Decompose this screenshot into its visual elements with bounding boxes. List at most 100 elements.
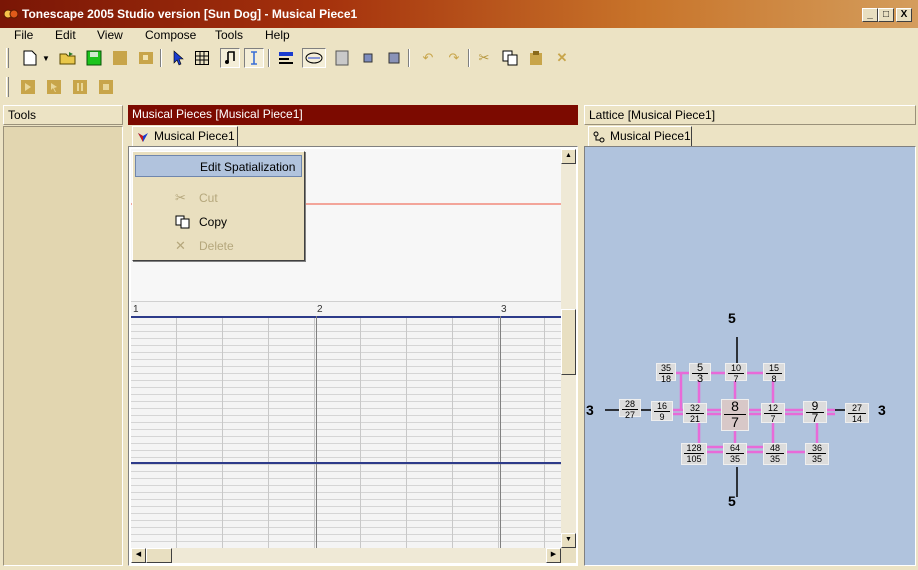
maximize-button[interactable]: □	[878, 8, 894, 22]
menu-file[interactable]: File	[14, 28, 33, 44]
menu-tools[interactable]: Tools	[215, 28, 243, 44]
measure-line	[316, 316, 317, 548]
disabled-piece-icon[interactable]	[136, 48, 156, 68]
lattice-node[interactable]: 15 8	[763, 363, 785, 384]
new-file-icon[interactable]	[20, 48, 40, 68]
cursor-tool-icon[interactable]	[244, 48, 264, 68]
menu-delete[interactable]: ✕ Delete	[135, 235, 302, 257]
menu-edit-spatialization[interactable]: Edit Spatialization	[135, 155, 302, 177]
save-icon[interactable]	[84, 48, 104, 68]
lattice-node[interactable]: 32 21	[683, 403, 707, 424]
open-folder-icon[interactable]	[58, 48, 78, 68]
redo-icon[interactable]: ↷	[444, 48, 464, 68]
main-toolbar: ▼ ↶ ↷ ✂ ✕	[0, 45, 918, 69]
tools-panel-body	[3, 126, 123, 566]
lattice-node[interactable]: 53	[689, 363, 711, 385]
delete-x-icon: ✕	[175, 238, 186, 253]
menu-copy[interactable]: Copy	[135, 211, 302, 233]
page-tool-icon[interactable]	[332, 48, 352, 68]
measure-line	[500, 316, 501, 548]
toolbar-grip[interactable]	[6, 48, 9, 68]
lattice-node[interactable]: 48 35	[763, 443, 787, 465]
copy-icon[interactable]	[500, 48, 520, 68]
pointer-tool-icon[interactable]	[168, 48, 188, 68]
ruler-mark: 1	[133, 304, 139, 315]
scroll-corner	[561, 548, 576, 563]
lattice-node[interactable]: 12 7	[761, 403, 785, 424]
lattice-node[interactable]: 128 105	[681, 443, 707, 465]
menu-item-label: Delete	[199, 239, 234, 253]
paste-clipboard-icon[interactable]	[526, 48, 546, 68]
piece-tab-icon	[138, 132, 148, 142]
lattice-node[interactable]: 16 9	[651, 401, 673, 422]
cut-scissors-icon[interactable]: ✂	[474, 48, 494, 68]
lattice-node[interactable]: 35 18	[656, 363, 676, 384]
piano-roll-grid[interactable]	[131, 316, 561, 548]
stop-square-icon[interactable]	[384, 48, 404, 68]
delete-x-icon[interactable]: ✕	[552, 48, 572, 68]
menu-help[interactable]: Help	[265, 28, 290, 44]
menu-view[interactable]: View	[97, 28, 123, 44]
lattice-node[interactable]: 27 14	[845, 403, 869, 424]
scroll-thumb[interactable]	[146, 548, 172, 563]
title-bar[interactable]: Tonescape 2005 Studio version [Sun Dog] …	[0, 0, 918, 28]
toolbar-separator	[160, 49, 162, 67]
toolbar-separator	[408, 49, 410, 67]
lattice-panel-header: Lattice [Musical Piece1]	[584, 105, 916, 125]
menu-compose[interactable]: Compose	[145, 28, 196, 44]
scroll-down-button[interactable]: ▼	[561, 533, 576, 548]
menu-edit[interactable]: Edit	[55, 28, 76, 44]
menu-item-label: Copy	[199, 215, 228, 229]
play-from-cursor-icon[interactable]	[44, 77, 64, 97]
tools-panel-header: Tools	[3, 105, 123, 125]
lattice-node[interactable]: 97	[803, 400, 827, 424]
tab-lattice-musical-piece1[interactable]: Musical Piece1	[588, 126, 692, 147]
spatialize-tool-icon[interactable]	[302, 48, 326, 68]
lattice-node[interactable]: 64 35	[723, 443, 747, 465]
lattice-node[interactable]: 28 27	[619, 399, 641, 420]
lattice-view[interactable]: 5 5 3 3 35 18 53 10 7 15 8 28 27 16 9 32 21 87…	[584, 146, 916, 566]
undo-icon[interactable]: ↶	[418, 48, 438, 68]
toolbar-grip[interactable]	[6, 77, 9, 97]
lattice-node[interactable]: 36 35	[805, 443, 829, 465]
note-tool-icon[interactable]	[220, 48, 240, 68]
scroll-up-button[interactable]: ▲	[561, 149, 576, 164]
toolbar-separator	[468, 49, 470, 67]
playhead-line	[131, 462, 561, 464]
pause-icon[interactable]	[70, 77, 90, 97]
lattice-axis-label: 3	[586, 402, 594, 418]
minimize-button[interactable]: _	[862, 8, 878, 22]
context-menu: Edit Spatialization ✂ Cut Copy ✕ Delete	[132, 151, 305, 261]
measure-ruler[interactable]: 1 2 3	[131, 301, 561, 316]
play-icon[interactable]	[18, 77, 38, 97]
lattice-node-root[interactable]: 87	[721, 399, 749, 431]
copy-icon	[175, 211, 191, 236]
align-tool-icon[interactable]	[276, 48, 296, 68]
horizontal-scrollbar[interactable]: ◀ ▶	[131, 548, 561, 563]
scissors-icon: ✂	[175, 190, 186, 205]
new-dropdown-icon[interactable]: ▼	[40, 48, 52, 68]
app-logo-icon	[4, 9, 18, 19]
grid-tool-icon[interactable]	[192, 48, 212, 68]
scroll-thumb[interactable]	[561, 309, 576, 375]
lattice-node[interactable]: 10 7	[725, 363, 747, 384]
window-title: Tonescape 2005 Studio version [Sun Dog] …	[22, 7, 358, 21]
close-button[interactable]: X	[896, 8, 912, 22]
lattice-axis-label: 5	[728, 493, 736, 509]
stop-icon[interactable]	[96, 77, 116, 97]
toolbar-separator	[268, 49, 270, 67]
menu-cut[interactable]: ✂ Cut	[135, 187, 302, 209]
disabled-box-icon[interactable]	[110, 48, 130, 68]
musical-pieces-header: Musical Pieces [Musical Piece1]	[128, 105, 578, 125]
lattice-axis-label: 3	[878, 402, 886, 418]
vertical-scrollbar[interactable]: ▲ ▼	[561, 149, 576, 548]
menu-bar: File Edit View Compose Tools Help	[0, 28, 918, 44]
lattice-edges	[605, 337, 865, 497]
small-box-icon[interactable]	[358, 48, 378, 68]
menu-item-label: Cut	[199, 191, 218, 205]
scroll-right-button[interactable]: ▶	[546, 548, 561, 563]
transport-toolbar	[0, 75, 918, 99]
tab-musical-piece1[interactable]: Musical Piece1	[132, 126, 238, 147]
ruler-mark: 2	[317, 304, 323, 315]
scroll-left-button[interactable]: ◀	[131, 548, 146, 563]
